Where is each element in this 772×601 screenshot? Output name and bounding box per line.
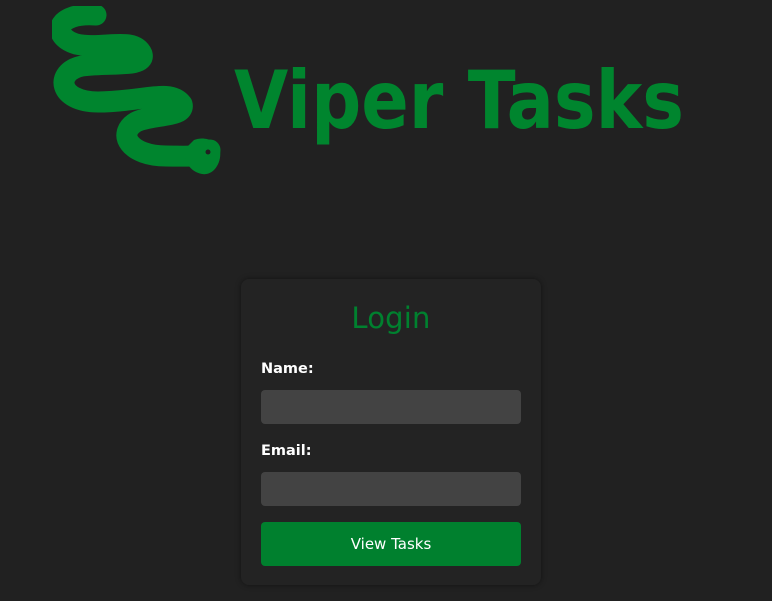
name-input[interactable] bbox=[261, 390, 521, 424]
brand-logo: Viper Tasks bbox=[52, 6, 692, 182]
brand-name: Viper Tasks bbox=[234, 54, 684, 147]
name-label: Name: bbox=[261, 361, 314, 377]
snake-icon bbox=[52, 6, 221, 175]
login-card: Login Name: Email: View Tasks bbox=[241, 279, 541, 585]
brand-logo-graphic: Viper Tasks bbox=[52, 6, 684, 175]
login-title: Login bbox=[351, 301, 431, 335]
email-input[interactable] bbox=[261, 472, 521, 506]
email-label: Email: bbox=[261, 443, 312, 459]
view-tasks-button[interactable]: View Tasks bbox=[261, 522, 521, 566]
